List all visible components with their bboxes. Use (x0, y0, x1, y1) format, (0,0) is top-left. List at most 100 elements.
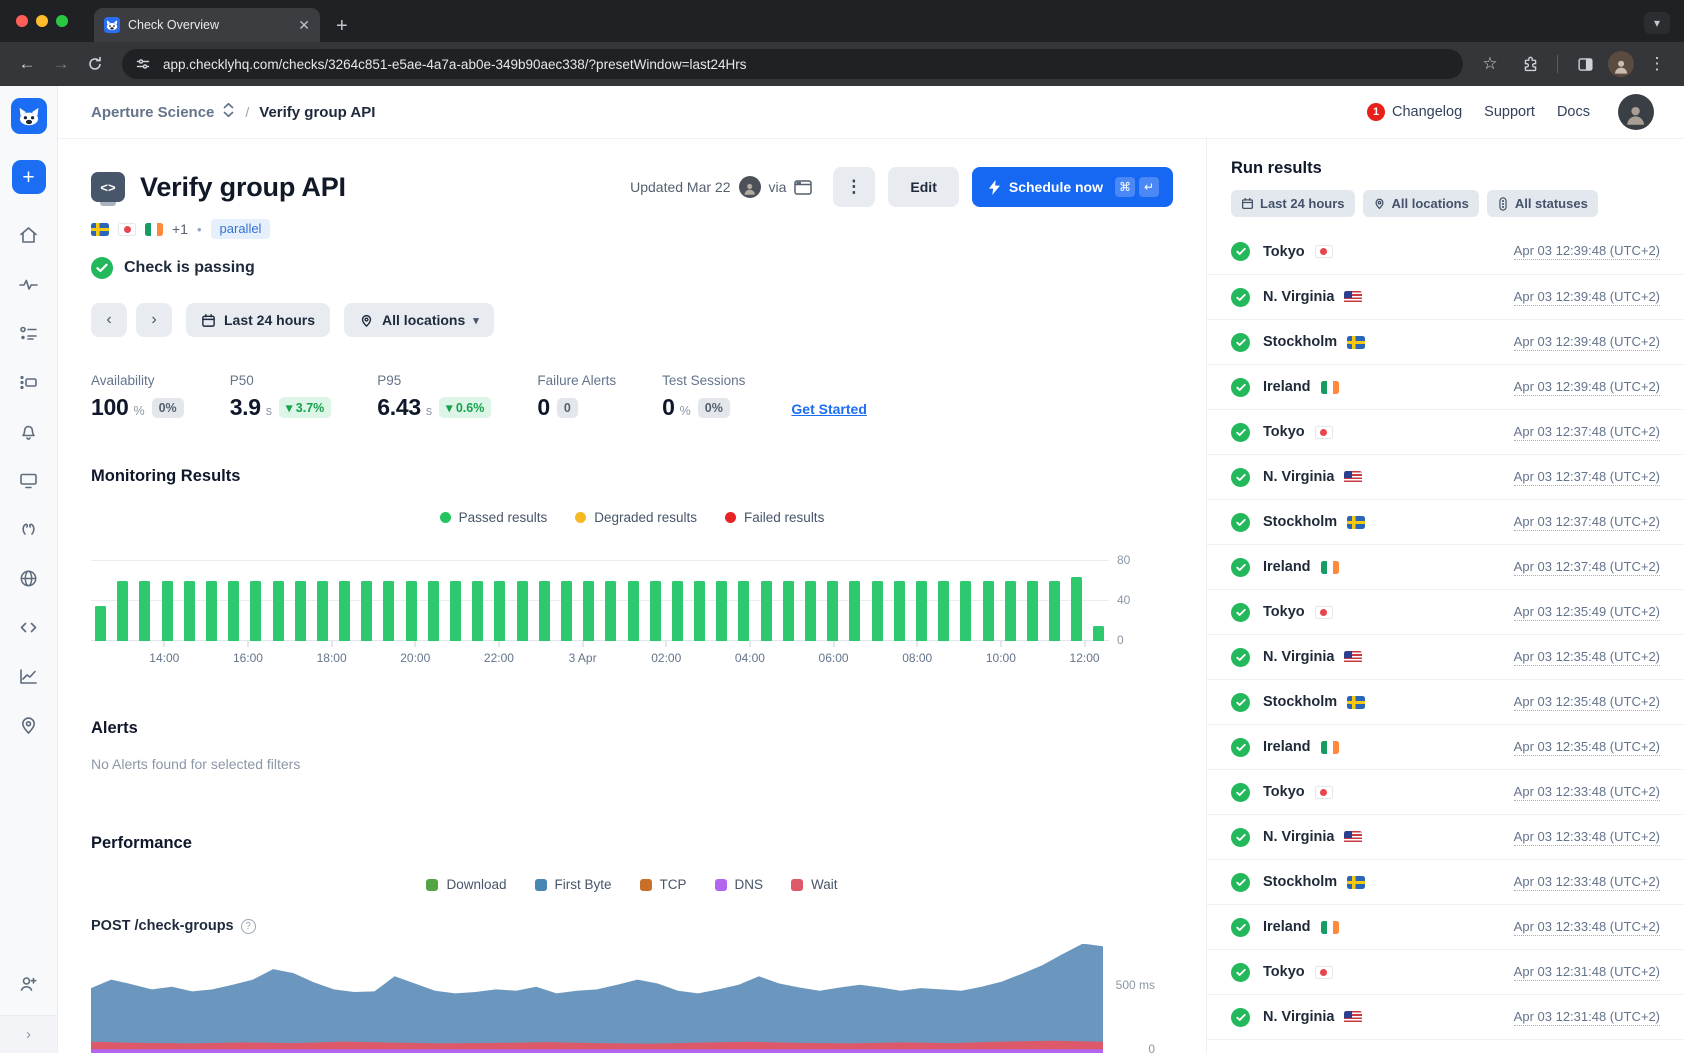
time-range-filter[interactable]: Last 24 hours (186, 303, 330, 337)
checks-list-icon[interactable] (12, 316, 46, 350)
user-avatar[interactable] (1618, 94, 1654, 130)
run-result-row[interactable]: TokyoApr 03 12:39:48 (UTC+2) (1207, 229, 1684, 274)
run-filter-time[interactable]: Last 24 hours (1231, 190, 1355, 217)
bookmark-star-icon[interactable]: ☆ (1473, 47, 1507, 81)
schedule-now-button[interactable]: Schedule now ⌘ ↵ (972, 167, 1173, 207)
checkly-logo[interactable] (11, 98, 47, 134)
monitoring-bar[interactable] (1027, 581, 1038, 641)
monitoring-bar[interactable] (983, 581, 994, 641)
run-timestamp[interactable]: Apr 03 12:37:48 (UTC+2) (1514, 559, 1660, 576)
side-panel-icon[interactable] (1568, 47, 1602, 81)
run-timestamp[interactable]: Apr 03 12:33:48 (UTC+2) (1514, 829, 1660, 846)
run-result-row[interactable]: StockholmApr 03 12:33:48 (UTC+2) (1207, 859, 1684, 904)
run-timestamp[interactable]: Apr 03 12:37:48 (UTC+2) (1514, 469, 1660, 486)
tab-close-icon[interactable]: ✕ (298, 17, 310, 34)
breadcrumb-account[interactable]: Aperture Science (91, 104, 214, 121)
run-result-row[interactable]: IrelandApr 03 12:33:48 (UTC+2) (1207, 904, 1684, 949)
monitoring-bar[interactable] (139, 581, 150, 641)
monitoring-bar[interactable] (761, 581, 772, 641)
monitoring-bar[interactable] (738, 581, 749, 641)
run-timestamp[interactable]: Apr 03 12:35:48 (UTC+2) (1514, 649, 1660, 666)
monitoring-bar[interactable] (494, 581, 505, 641)
run-filter-locations[interactable]: All locations (1363, 190, 1479, 217)
browser-menu-kebab-icon[interactable]: ⋮ (1640, 47, 1674, 81)
alerts-bell-icon[interactable] (12, 414, 46, 448)
monitoring-bar[interactable] (450, 581, 461, 641)
close-window-icon[interactable] (16, 15, 28, 27)
run-result-row[interactable]: StockholmApr 03 12:35:48 (UTC+2) (1207, 679, 1684, 724)
run-result-row[interactable]: IrelandApr 03 12:35:48 (UTC+2) (1207, 724, 1684, 769)
run-filter-statuses[interactable]: All statuses (1487, 190, 1598, 217)
snippets-code-icon[interactable] (12, 610, 46, 644)
monitoring-bar[interactable] (849, 581, 860, 641)
run-result-row[interactable]: N. VirginiaApr 03 12:35:48 (UTC+2) (1207, 634, 1684, 679)
tab-search-chevron-icon[interactable]: ▾ (1644, 12, 1670, 34)
get-started-link[interactable]: Get Started (791, 401, 866, 417)
monitoring-bar[interactable] (694, 581, 705, 641)
run-timestamp[interactable]: Apr 03 12:33:48 (UTC+2) (1514, 919, 1660, 936)
browser-tab[interactable]: Check Overview ✕ (94, 8, 320, 42)
monitoring-bar[interactable] (250, 581, 261, 641)
monitoring-bar[interactable] (317, 581, 328, 641)
monitoring-bar[interactable] (206, 581, 217, 641)
run-timestamp[interactable]: Apr 03 12:39:48 (UTC+2) (1514, 243, 1660, 260)
run-result-row[interactable]: N. VirginiaApr 03 12:37:48 (UTC+2) (1207, 454, 1684, 499)
run-timestamp[interactable]: Apr 03 12:31:48 (UTC+2) (1514, 964, 1660, 981)
dashboards-monitor-icon[interactable] (12, 463, 46, 497)
monitoring-bar[interactable] (517, 581, 528, 641)
help-circle-icon[interactable]: ? (241, 919, 256, 934)
monitoring-bar[interactable] (339, 581, 350, 641)
monitoring-bar[interactable] (184, 581, 195, 641)
home-icon[interactable] (12, 218, 46, 252)
monitoring-bar[interactable] (1005, 581, 1016, 641)
monitoring-bar[interactable] (1049, 581, 1060, 641)
invite-user-icon[interactable] (12, 966, 46, 1000)
analytics-chart-icon[interactable] (12, 659, 46, 693)
monitoring-bar[interactable] (628, 581, 639, 641)
run-result-row[interactable]: IrelandApr 03 12:39:48 (UTC+2) (1207, 364, 1684, 409)
run-timestamp[interactable]: Apr 03 12:39:48 (UTC+2) (1514, 379, 1660, 396)
run-result-row[interactable]: StockholmApr 03 12:31:48 (UTC+2) (1207, 1039, 1684, 1053)
url-bar[interactable]: app.checklyhq.com/checks/3264c851-e5ae-4… (122, 49, 1463, 79)
locations-pin-icon[interactable] (12, 708, 46, 742)
run-result-row[interactable]: StockholmApr 03 12:37:48 (UTC+2) (1207, 499, 1684, 544)
browser-profile-avatar[interactable] (1608, 51, 1634, 77)
run-timestamp[interactable]: Apr 03 12:33:48 (UTC+2) (1514, 784, 1660, 801)
run-timestamp[interactable]: Apr 03 12:31:48 (UTC+2) (1514, 1009, 1660, 1026)
site-settings-icon[interactable] (132, 53, 154, 75)
monitoring-bar[interactable] (295, 581, 306, 641)
new-tab-button[interactable]: + (336, 16, 348, 36)
monitoring-bar[interactable] (95, 606, 106, 641)
monitoring-bar[interactable] (960, 581, 971, 641)
activity-pulse-icon[interactable] (12, 267, 46, 301)
support-link[interactable]: Support (1484, 104, 1535, 120)
expand-sidebar-chevron-icon[interactable]: › (0, 1015, 57, 1053)
status-pages-icon[interactable] (12, 512, 46, 546)
account-switcher-icon[interactable] (222, 102, 235, 123)
monitoring-bar[interactable] (383, 581, 394, 641)
run-timestamp[interactable]: Apr 03 12:39:48 (UTC+2) (1514, 289, 1660, 306)
monitoring-bar[interactable] (872, 581, 883, 641)
macos-window-controls[interactable] (16, 15, 68, 27)
monitoring-bar[interactable] (827, 581, 838, 641)
run-result-row[interactable]: N. VirginiaApr 03 12:31:48 (UTC+2) (1207, 994, 1684, 1039)
monitoring-bar[interactable] (916, 581, 927, 641)
locations-filter[interactable]: All locations ▾ (344, 303, 494, 337)
monitoring-bar[interactable] (162, 581, 173, 641)
monitoring-bar[interactable] (650, 581, 661, 641)
monitoring-bar[interactable] (361, 581, 372, 641)
edit-button[interactable]: Edit (888, 167, 958, 207)
next-period-button[interactable]: › (136, 303, 172, 337)
docs-link[interactable]: Docs (1557, 104, 1590, 120)
run-result-row[interactable]: N. VirginiaApr 03 12:33:48 (UTC+2) (1207, 814, 1684, 859)
reload-button[interactable] (78, 47, 112, 81)
run-timestamp[interactable]: Apr 03 12:35:48 (UTC+2) (1514, 739, 1660, 756)
run-result-row[interactable]: TokyoApr 03 12:31:48 (UTC+2) (1207, 949, 1684, 994)
changelog-label[interactable]: Changelog (1392, 104, 1462, 120)
extensions-puzzle-icon[interactable] (1513, 47, 1547, 81)
monitoring-bar[interactable] (672, 581, 683, 641)
back-button[interactable]: ← (10, 47, 44, 81)
run-timestamp[interactable]: Apr 03 12:37:48 (UTC+2) (1514, 514, 1660, 531)
run-timestamp[interactable]: Apr 03 12:35:49 (UTC+2) (1514, 604, 1660, 621)
monitoring-bar[interactable] (1071, 577, 1082, 641)
